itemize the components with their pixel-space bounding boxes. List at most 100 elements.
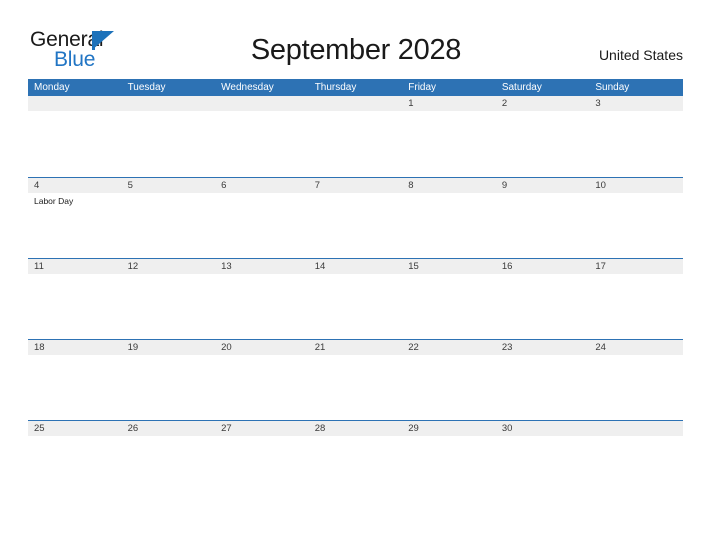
day-number: 12: [121, 259, 216, 274]
day-number: 25: [28, 421, 122, 436]
day-number: 16: [495, 259, 590, 274]
page-header: General Blue September 2028 United State…: [0, 0, 712, 78]
day-number: 28: [308, 421, 403, 436]
day-events: [28, 355, 122, 357]
day-cell[interactable]: 5: [121, 178, 216, 258]
day-cell[interactable]: 6: [215, 178, 309, 258]
day-events: [28, 436, 122, 438]
weekday-header-saturday: Saturday: [501, 82, 542, 93]
day-cell[interactable]: 21: [308, 340, 403, 420]
day-number: 5: [121, 178, 216, 193]
day-number: 2: [495, 96, 590, 111]
day-cell[interactable]: 16: [495, 259, 590, 339]
day-events: [496, 193, 590, 195]
day-cell[interactable]: 12: [121, 259, 216, 339]
day-number: 20: [215, 340, 309, 355]
day-cell[interactable]: 11: [28, 259, 122, 339]
day-events: [28, 274, 122, 276]
weekday-header-friday: Friday: [408, 82, 437, 93]
weekday-header-sunday: Sunday: [595, 82, 630, 93]
day-cell[interactable]: 1: [402, 96, 496, 177]
day-cell[interactable]: 22: [402, 340, 496, 420]
day-cell[interactable]: 19: [121, 340, 216, 420]
day-number: 4: [28, 178, 122, 193]
day-events: [589, 355, 683, 357]
day-cell[interactable]: 8: [402, 178, 496, 258]
day-events: [589, 274, 683, 276]
day-cell[interactable]: 4 Labor Day: [28, 178, 122, 258]
day-cell[interactable]: 27: [215, 421, 309, 501]
weekday-header-thursday: Thursday: [314, 82, 357, 93]
day-events: [402, 193, 496, 195]
day-cell[interactable]: 29: [402, 421, 496, 501]
day-cell[interactable]: 13: [215, 259, 309, 339]
day-cell[interactable]: 9: [495, 178, 590, 258]
week-row: 4 Labor Day 5 6 7 8 9 10: [28, 177, 683, 258]
day-number: 29: [402, 421, 496, 436]
day-cell[interactable]: 15: [402, 259, 496, 339]
region-label: United States: [598, 47, 683, 63]
day-cell[interactable]: 25: [28, 421, 122, 501]
day-events: [122, 274, 216, 276]
day-number: 19: [121, 340, 216, 355]
weekday-header-monday: Monday: [34, 82, 70, 93]
day-events: [402, 111, 496, 113]
day-number: 24: [589, 340, 683, 355]
day-event: Labor Day: [34, 196, 74, 206]
week-row: 1 2 3: [28, 96, 683, 177]
day-events: [402, 355, 496, 357]
day-cell[interactable]: 23: [495, 340, 590, 420]
day-number: 26: [121, 421, 216, 436]
day-events: [496, 436, 590, 438]
day-cell[interactable]: 10: [589, 178, 683, 258]
day-number: 6: [215, 178, 309, 193]
day-number: [121, 96, 216, 111]
day-cell[interactable]: [28, 96, 122, 177]
day-number: 17: [589, 259, 683, 274]
day-number: 15: [402, 259, 496, 274]
day-cell[interactable]: [215, 96, 309, 177]
weekday-header-row: Monday Tuesday Wednesday Thursday Friday…: [28, 79, 683, 96]
day-events: [215, 274, 309, 276]
day-number: 18: [28, 340, 122, 355]
day-cell[interactable]: [121, 96, 216, 177]
day-events: [28, 111, 122, 113]
day-number: 14: [308, 259, 403, 274]
day-cell[interactable]: 7: [308, 178, 403, 258]
day-number: 1: [402, 96, 496, 111]
day-number: 10: [589, 178, 683, 193]
day-events: [215, 193, 309, 195]
day-events: [215, 436, 309, 438]
day-cell[interactable]: 17: [589, 259, 683, 339]
day-number: 22: [402, 340, 496, 355]
day-number: 23: [495, 340, 590, 355]
day-events: [122, 111, 216, 113]
week-row: 11 12 13 14 15 16 17: [28, 258, 683, 339]
day-events: [496, 274, 590, 276]
week-row: 25 26 27 28 29 30: [28, 420, 683, 501]
day-events: [122, 436, 216, 438]
day-cell[interactable]: 30: [495, 421, 590, 501]
day-number: [28, 96, 122, 111]
day-cell[interactable]: 20: [215, 340, 309, 420]
day-number: 11: [28, 259, 122, 274]
day-cell[interactable]: 3: [589, 96, 683, 177]
day-cell[interactable]: 28: [308, 421, 403, 501]
day-cell[interactable]: 2: [495, 96, 590, 177]
day-cell[interactable]: 26: [121, 421, 216, 501]
day-events: [122, 355, 216, 357]
day-cell[interactable]: 14: [308, 259, 403, 339]
day-events: [309, 274, 403, 276]
day-cell[interactable]: [308, 96, 403, 177]
calendar-grid: Monday Tuesday Wednesday Thursday Friday…: [28, 79, 683, 501]
day-events: [309, 193, 403, 195]
day-cell[interactable]: [589, 421, 683, 501]
day-events: [309, 355, 403, 357]
day-events: [309, 436, 403, 438]
day-number: 9: [495, 178, 590, 193]
day-number: 13: [215, 259, 309, 274]
day-cell[interactable]: 18: [28, 340, 122, 420]
day-events: [589, 111, 683, 113]
day-events: [402, 436, 496, 438]
day-cell[interactable]: 24: [589, 340, 683, 420]
